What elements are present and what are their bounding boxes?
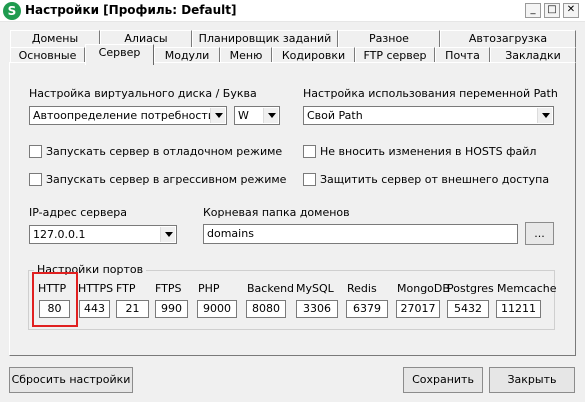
port-label-memcache: Memcache (497, 282, 557, 295)
close-button[interactable]: Закрыть (489, 367, 575, 393)
server-ip-select[interactable]: 127.0.0.1 (29, 225, 177, 244)
aggressive-mode-label: Запускать сервер в агрессивном режиме (46, 173, 287, 186)
settings-window: S Настройки [Профиль: Default] _ □ ✕ Дом… (0, 0, 585, 402)
close-window-button[interactable]: ✕ (563, 3, 579, 18)
domains-root-label: Корневая папка доменов (203, 206, 350, 219)
port-label-mongodb: MongoDB (397, 282, 450, 295)
tab-autoload[interactable]: Автозагрузка (440, 30, 576, 47)
port-label-https: HTTPS (78, 282, 114, 295)
browse-domains-button[interactable]: ... (525, 222, 554, 245)
domains-root-input[interactable]: domains (203, 224, 518, 244)
server-ip-label: IP-адрес сервера (29, 206, 128, 219)
port-label-postgres: Postgres (447, 282, 494, 295)
chevron-down-icon[interactable] (160, 227, 175, 242)
port-label-backend: Backend (247, 282, 295, 295)
port-input-ftp[interactable]: 21 (116, 300, 149, 318)
reset-settings-button[interactable]: Сбросить настройки (9, 367, 133, 393)
server-ip-value: 127.0.0.1 (33, 228, 86, 241)
title-bar: S Настройки [Профиль: Default] _ □ ✕ (0, 0, 585, 22)
tab-scheduler[interactable]: Планировщик заданий (192, 30, 338, 47)
port-input-mongodb[interactable]: 27017 (396, 300, 440, 318)
port-label-ftps: FTPS (155, 282, 182, 295)
virtual-disk-label: Настройка виртуального диска / Буква (29, 87, 257, 100)
chevron-down-icon[interactable] (210, 108, 225, 123)
window-title: Настройки [Профиль: Default] (25, 3, 237, 17)
drive-letter-select[interactable]: W (234, 106, 280, 125)
http-port-highlight (32, 272, 78, 327)
path-setting-select[interactable]: Свой Path (303, 106, 554, 125)
port-label-php: PHP (198, 282, 220, 295)
minimize-button[interactable]: _ (525, 3, 541, 18)
path-setting-label: Настройка использования переменной Path (303, 87, 558, 100)
port-input-postgres[interactable]: 5432 (447, 300, 489, 318)
port-input-https[interactable]: 443 (79, 300, 110, 318)
chevron-down-icon[interactable] (263, 108, 278, 123)
port-label-redis: Redis (347, 282, 377, 295)
port-input-mysql[interactable]: 3306 (296, 300, 338, 318)
protect-external-label: Защитить сервер от внешнего доступа (320, 173, 550, 186)
debug-mode-label: Запускать сервер в отладочном режиме (46, 145, 283, 158)
drive-letter-value: W (238, 109, 249, 122)
virtual-disk-mode-value: Автоопределение потребности (33, 109, 215, 122)
tab-server[interactable]: Сервер (85, 44, 154, 65)
path-setting-value: Свой Path (307, 109, 363, 122)
protect-external-checkbox[interactable] (303, 173, 316, 186)
aggressive-mode-checkbox[interactable] (29, 173, 42, 186)
port-input-ftps[interactable]: 990 (155, 300, 188, 318)
maximize-button[interactable]: □ (544, 3, 560, 18)
port-label-mysql: MySQL (296, 282, 334, 295)
virtual-disk-mode-select[interactable]: Автоопределение потребности (29, 106, 227, 125)
save-button[interactable]: Сохранить (403, 367, 483, 393)
hosts-file-label: Не вносить изменения в HOSTS файл (320, 145, 537, 158)
port-label-ftp: FTP (116, 282, 136, 295)
tab-misc[interactable]: Разное (338, 30, 440, 47)
debug-mode-checkbox[interactable] (29, 145, 42, 158)
hosts-file-checkbox[interactable] (303, 145, 316, 158)
port-input-memcache[interactable]: 11211 (496, 300, 541, 318)
port-input-backend[interactable]: 8080 (246, 300, 286, 318)
port-input-php[interactable]: 9000 (197, 300, 237, 318)
port-input-redis[interactable]: 6379 (346, 300, 388, 318)
app-logo-icon: S (3, 2, 21, 20)
chevron-down-icon[interactable] (537, 108, 552, 123)
